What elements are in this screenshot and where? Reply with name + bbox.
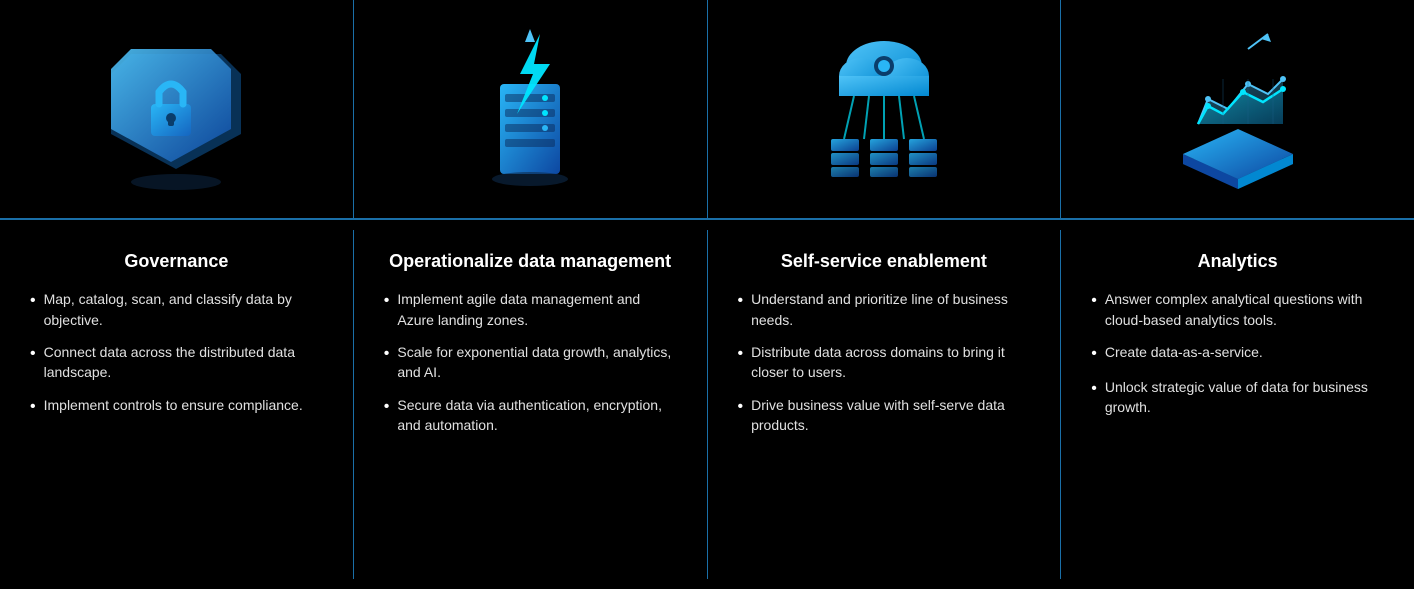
- list-item: • Unlock strategic value of data for bus…: [1091, 377, 1384, 418]
- analytics-list: • Answer complex analytical questions wi…: [1091, 289, 1384, 429]
- bullet-dot: •: [384, 395, 390, 418]
- page-container: Governance • Map, catalog, scan, and cla…: [0, 0, 1414, 589]
- operationalize-list: • Implement agile data management and Az…: [384, 289, 677, 447]
- list-item: • Create data-as-a-service.: [1091, 342, 1384, 365]
- list-item: • Map, catalog, scan, and classify data …: [30, 289, 323, 330]
- bullet-dot: •: [1091, 377, 1097, 400]
- bullet-text: Unlock strategic value of data for busin…: [1105, 377, 1384, 418]
- bullet-text: Secure data via authentication, encrypti…: [397, 395, 676, 436]
- list-item: • Implement controls to ensure complianc…: [30, 395, 323, 418]
- bullet-text: Implement agile data management and Azur…: [397, 289, 676, 330]
- list-item: • Understand and prioritize line of busi…: [738, 289, 1031, 330]
- operationalize-icon: [445, 24, 615, 194]
- list-item: • Distribute data across domains to brin…: [738, 342, 1031, 383]
- operationalize-icon-cell: [354, 0, 708, 218]
- list-item: • Implement agile data management and Az…: [384, 289, 677, 330]
- bullet-text: Drive business value with self-serve dat…: [751, 395, 1030, 436]
- bullet-text: Distribute data across domains to bring …: [751, 342, 1030, 383]
- selfservice-title: Self-service enablement: [738, 250, 1031, 273]
- bullet-text: Implement controls to ensure compliance.: [44, 395, 303, 415]
- governance-column: Governance • Map, catalog, scan, and cla…: [0, 230, 354, 579]
- bullet-text: Map, catalog, scan, and classify data by…: [44, 289, 323, 330]
- bullet-dot: •: [30, 395, 36, 418]
- analytics-title: Analytics: [1091, 250, 1384, 273]
- bullet-dot: •: [738, 395, 744, 418]
- analytics-column: Analytics • Answer complex analytical qu…: [1061, 230, 1414, 579]
- list-item: • Secure data via authentication, encryp…: [384, 395, 677, 436]
- bullet-dot: •: [384, 289, 390, 312]
- bullet-dot: •: [1091, 342, 1097, 365]
- bullet-dot: •: [30, 342, 36, 365]
- selfservice-icon: [799, 24, 969, 194]
- bullet-dot: •: [738, 342, 744, 365]
- analytics-icon: [1153, 24, 1323, 194]
- bullet-text: Create data-as-a-service.: [1105, 342, 1263, 362]
- bullet-dot: •: [384, 342, 390, 365]
- icons-row: [0, 0, 1414, 220]
- selfservice-list: • Understand and prioritize line of busi…: [738, 289, 1031, 447]
- governance-title: Governance: [30, 250, 323, 273]
- list-item: • Connect data across the distributed da…: [30, 342, 323, 383]
- governance-icon: [91, 24, 261, 194]
- selfservice-column: Self-service enablement • Understand and…: [708, 230, 1062, 579]
- analytics-icon-cell: [1061, 0, 1414, 218]
- content-row: Governance • Map, catalog, scan, and cla…: [0, 220, 1414, 589]
- operationalize-column: Operationalize data management • Impleme…: [354, 230, 708, 579]
- operationalize-title: Operationalize data management: [384, 250, 677, 273]
- bullet-text: Understand and prioritize line of busine…: [751, 289, 1030, 330]
- governance-icon-cell: [0, 0, 354, 218]
- bullet-dot: •: [738, 289, 744, 312]
- bullet-text: Scale for exponential data growth, analy…: [397, 342, 676, 383]
- bullet-text: Connect data across the distributed data…: [44, 342, 323, 383]
- bullet-text: Answer complex analytical questions with…: [1105, 289, 1384, 330]
- list-item: • Scale for exponential data growth, ana…: [384, 342, 677, 383]
- list-item: • Answer complex analytical questions wi…: [1091, 289, 1384, 330]
- list-item: • Drive business value with self-serve d…: [738, 395, 1031, 436]
- selfservice-icon-cell: [708, 0, 1062, 218]
- governance-list: • Map, catalog, scan, and classify data …: [30, 289, 323, 429]
- bullet-dot: •: [1091, 289, 1097, 312]
- bullet-dot: •: [30, 289, 36, 312]
